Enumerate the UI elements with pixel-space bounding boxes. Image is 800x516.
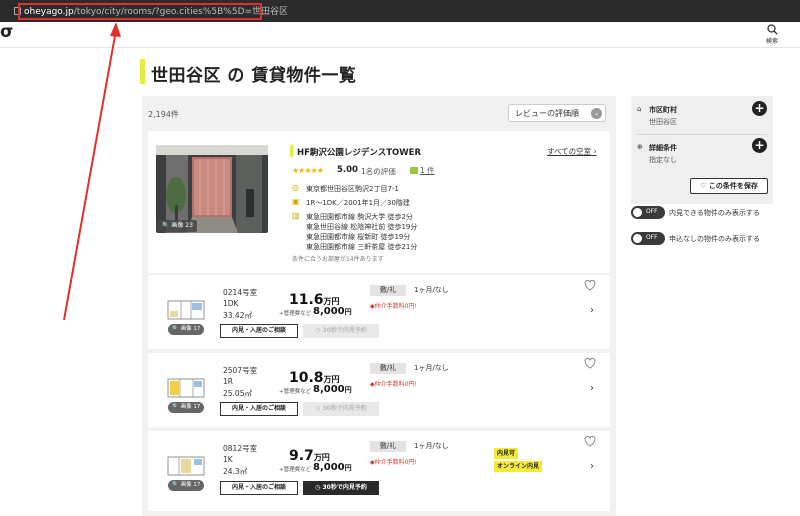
review-link[interactable]: 1 件 <box>410 165 435 176</box>
city-filter-label: 市区町村 <box>649 106 677 114</box>
page-title: 世田谷区 の 賃貸物件一覧 <box>151 66 357 86</box>
review-count: 1名の評価 <box>361 167 396 176</box>
quick-visit-button[interactable]: ◷ 30秒で内見予約 <box>303 481 379 495</box>
room-area: 24.3㎡ <box>223 467 248 476</box>
matching-rooms-note: 条件に合うお部屋が14件あります <box>292 256 384 263</box>
room-photo-count-badge[interactable]: 🔍 画像 17 <box>168 402 205 413</box>
management-fee-label: +管理費など <box>279 389 312 395</box>
floorplan-image <box>167 300 205 320</box>
filter-divider <box>637 134 767 135</box>
building-name[interactable]: HF駒沢公園レジデンスTOWER <box>297 146 421 158</box>
toggle-state: OFF <box>646 234 658 241</box>
map-icon: ⌂ <box>637 105 642 113</box>
all-rooms-link[interactable]: すべての空室 › <box>547 146 597 157</box>
chevron-right-icon[interactable]: › <box>590 461 594 472</box>
floorplan-image <box>167 456 205 476</box>
quick-visit-button[interactable]: ◷ 30秒で内見予約 <box>303 324 379 338</box>
building-photo-count-badge[interactable]: 🔍 画像 23 <box>158 220 197 232</box>
fee-free-badge: ◆仲介手数料0円! <box>370 459 417 466</box>
room-area: 25.05㎡ <box>223 389 252 398</box>
consult-button[interactable]: 内見・入居のご相談 <box>220 481 298 495</box>
train-icon: ▥ <box>292 211 300 220</box>
search-button[interactable]: 検索 <box>758 24 786 46</box>
room-number: 0214号室 <box>223 288 258 297</box>
chevron-right-icon[interactable]: › <box>590 305 594 316</box>
sort-label: レビューの評価順 <box>515 109 579 118</box>
online-visit-tag: オンライン内見 <box>494 461 543 472</box>
comment-icon <box>410 167 418 174</box>
title-accent-bar <box>140 59 145 84</box>
room-row[interactable]: 🔍 画像 17 0214号室 1DK 33.42㎡ 11.6万円 +管理費など … <box>148 275 610 349</box>
deposit-label: 敷/礼 <box>370 363 406 374</box>
deposit-value: 1ヶ月/なし <box>414 364 449 372</box>
management-fee-label: +管理費など <box>279 467 312 473</box>
search-icon <box>766 24 778 35</box>
toggle-knob <box>633 234 642 243</box>
room-row[interactable]: 🔍 画像 17 0812号室 1K 24.3㎡ 9.7万円 +管理費など 8,0… <box>148 431 610 511</box>
star-rating-icon: ★★★★★ <box>292 166 324 175</box>
deposit-value: 1ヶ月/なし <box>414 442 449 450</box>
management-fee: 8,000円 <box>313 462 352 473</box>
deposit-value: 1ヶ月/なし <box>414 286 449 294</box>
rating-score: 5.00 <box>337 165 358 175</box>
room-row[interactable]: 🔍 画像 17 2507号室 1R 25.05㎡ 10.8万円 +管理費など 8… <box>148 353 610 427</box>
management-fee: 8,000円 <box>313 306 352 317</box>
site-header: σ 検索 <box>0 22 800 48</box>
consult-button[interactable]: 内見・入居のご相談 <box>220 324 298 338</box>
room-photo-count-badge[interactable]: 🔍 画像 17 <box>168 324 205 335</box>
result-count: 2,194件 <box>148 110 179 119</box>
no-application-toggle[interactable]: OFF <box>631 232 665 245</box>
favorite-heart-icon[interactable] <box>583 434 597 448</box>
sort-select[interactable]: レビューの評価順 ⌄ <box>508 104 606 122</box>
toggle-state: OFF <box>646 208 658 215</box>
no-application-label: 申込なしの物件のみ表示する <box>669 235 760 243</box>
detail-filter-label: 詳細条件 <box>649 144 677 152</box>
visit-ok-tag: 内見可 <box>494 448 519 459</box>
room-photo-count-badge[interactable]: 🔍 画像 17 <box>168 480 205 491</box>
toggle-knob <box>633 208 642 217</box>
station-line: 東急田園都市線 桜新町 徒歩19分 <box>306 233 411 241</box>
station-line: 東急田園都市線 三軒茶屋 徒歩21分 <box>306 243 418 251</box>
location-pin-icon: ◎ <box>292 183 299 192</box>
visit-only-label: 内見できる物件のみ表示する <box>669 209 760 217</box>
management-fee-label: +管理費など <box>279 311 312 317</box>
floorplan-icon: ▣ <box>292 197 300 206</box>
add-city-button[interactable]: + <box>752 101 767 116</box>
favorite-heart-icon[interactable] <box>583 278 597 292</box>
building-spec: 1R〜1DK／2001年1月／30階建 <box>306 199 410 207</box>
room-layout: 1R <box>223 377 233 386</box>
save-search-button[interactable]: ♡ この条件を保存 <box>690 178 768 194</box>
room-layout: 1DK <box>223 299 239 308</box>
search-icon: ⊕ <box>637 143 643 151</box>
visit-only-toggle[interactable]: OFF <box>631 206 665 219</box>
station-line: 東急田園都市線 駒沢大学 徒歩2分 <box>306 213 413 221</box>
url-annotation-box <box>18 3 262 20</box>
quick-visit-button[interactable]: ◷ 30秒で内見予約 <box>303 402 379 416</box>
fee-free-badge: ◆仲介手数料0円! <box>370 303 417 310</box>
room-layout: 1K <box>223 455 233 464</box>
search-label: 検索 <box>765 38 778 45</box>
consult-button[interactable]: 内見・入居のご相談 <box>220 402 298 416</box>
fee-free-badge: ◆仲介手数料0円! <box>370 381 417 388</box>
building-name-accent <box>290 145 293 157</box>
site-logo[interactable]: σ <box>0 22 13 42</box>
city-filter-value: 世田谷区 <box>649 118 677 126</box>
station-line: 東急世田谷線 松陰神社前 徒歩19分 <box>306 223 418 231</box>
management-fee: 8,000円 <box>313 384 352 395</box>
detail-filter-value: 指定なし <box>649 156 677 164</box>
room-number: 0812号室 <box>223 444 258 453</box>
add-detail-button[interactable]: + <box>752 138 767 153</box>
floorplan-image <box>167 378 205 398</box>
deposit-label: 敷/礼 <box>370 441 406 452</box>
chevron-down-icon: ⌄ <box>591 108 602 119</box>
chevron-right-icon[interactable]: › <box>590 383 594 394</box>
room-area: 33.42㎡ <box>223 311 252 320</box>
room-number: 2507号室 <box>223 366 258 375</box>
building-address: 東京都世田谷区駒沢2丁目7-1 <box>306 185 399 193</box>
favorite-heart-icon[interactable] <box>583 356 597 370</box>
deposit-label: 敷/礼 <box>370 285 406 296</box>
